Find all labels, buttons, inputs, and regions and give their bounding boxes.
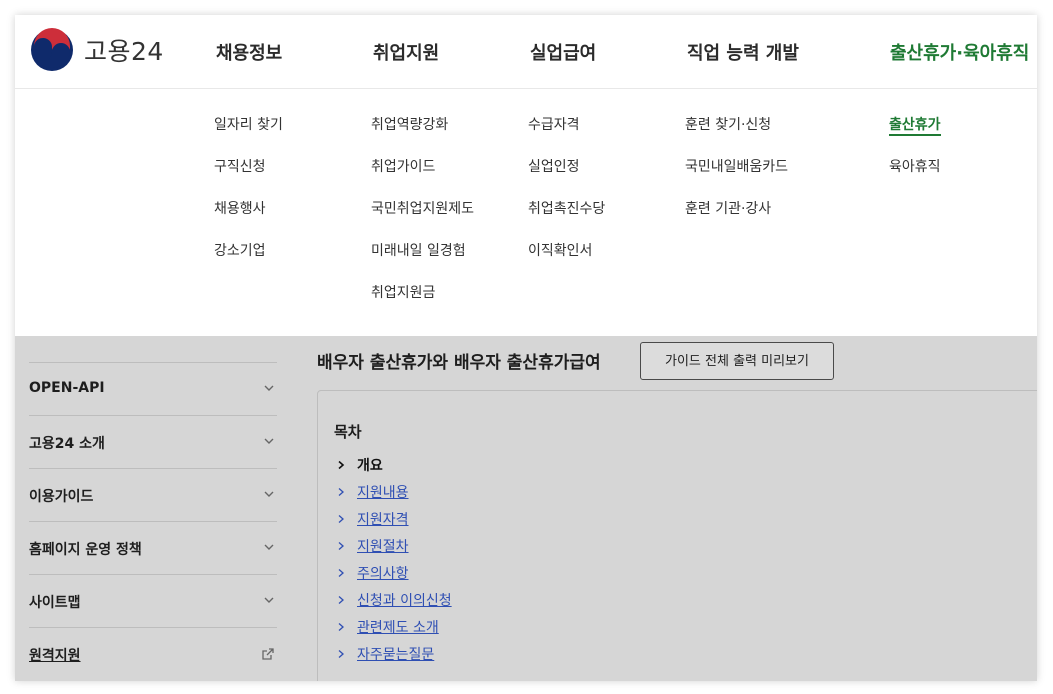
menu-future-work-experience[interactable]: 미래내일 일경험 <box>371 240 474 282</box>
chevron-right-icon <box>338 622 344 631</box>
sidebar: OPEN-API 고용24 소개 이용가이드 홈페이지 운영 정책 사이트맵 원… <box>29 326 277 680</box>
toc-item-label: 자주묻는질문 <box>357 646 435 663</box>
chevron-right-icon <box>338 487 344 496</box>
toc-item-overview[interactable]: 개요 <box>336 451 452 478</box>
chevron-right-icon <box>338 541 344 550</box>
nav-employment-support[interactable]: 취업지원 <box>373 39 439 65</box>
menu-national-employment-support[interactable]: 국민취업지원제도 <box>371 198 474 240</box>
chevron-down-icon <box>264 544 274 550</box>
chevron-right-icon <box>338 460 345 469</box>
menu-maternity-leave-label: 출산휴가 <box>889 117 941 136</box>
toc-title: 목차 <box>334 423 362 441</box>
nav-vocational-training[interactable]: 직업 능력 개발 <box>687 39 799 65</box>
sidebar-item-remote-support[interactable]: 원격지원 <box>29 627 277 680</box>
menu-strong-sme[interactable]: 강소기업 <box>214 240 283 282</box>
mega-column-employment-support: 취업역량강화 취업가이드 국민취업지원제도 미래내일 일경험 취업지원금 <box>371 114 474 324</box>
menu-reemployment-allowance[interactable]: 취업촉진수당 <box>528 198 605 240</box>
chevron-down-icon <box>264 385 274 391</box>
toc-item-label: 개요 <box>357 457 383 474</box>
menu-training-search[interactable]: 훈련 찾기·신청 <box>685 114 788 156</box>
menu-unemployment-recognition[interactable]: 실업인정 <box>528 156 605 198</box>
toc-list: 개요 지원내용 지원자격 지원절차 주의사항 신청과 이의신청 관련제도 소개 … <box>336 451 452 667</box>
toc-item-label: 주의사항 <box>357 565 409 582</box>
menu-employment-guide[interactable]: 취업가이드 <box>371 156 474 198</box>
sidebar-item-about[interactable]: 고용24 소개 <box>29 415 277 468</box>
menu-eligibility[interactable]: 수급자격 <box>528 114 605 156</box>
site-logo[interactable]: 고용24 <box>30 28 164 72</box>
toc-item-related-programs[interactable]: 관련제도 소개 <box>336 613 452 640</box>
sidebar-item-open-api[interactable]: OPEN-API <box>29 362 277 415</box>
menu-training-institutions[interactable]: 훈련 기관·강사 <box>685 198 788 240</box>
toc-item-support-content[interactable]: 지원내용 <box>336 478 452 505</box>
menu-job-search[interactable]: 일자리 찾기 <box>214 114 283 156</box>
browser-viewport: 고용24 채용정보 취업지원 실업급여 직업 능력 개발 출산휴가·육아휴직 일… <box>15 15 1037 681</box>
toc-item-procedure[interactable]: 지원절차 <box>336 532 452 559</box>
menu-parental-leave[interactable]: 육아휴직 <box>889 156 941 198</box>
chevron-down-icon <box>264 438 274 444</box>
chevron-right-icon <box>338 568 344 577</box>
toc-item-eligibility[interactable]: 지원자격 <box>336 505 452 532</box>
sidebar-item-sitemap[interactable]: 사이트맵 <box>29 574 277 627</box>
table-of-contents: 목차 개요 지원내용 지원자격 지원절차 주의사항 신청과 이의신청 관련제도 … <box>317 390 1037 681</box>
external-link-icon <box>262 648 274 660</box>
menu-maternity-leave[interactable]: 출산휴가 <box>889 114 941 156</box>
taegeuk-logo-icon <box>31 28 73 71</box>
nav-unemployment-benefit[interactable]: 실업급여 <box>530 39 596 65</box>
menu-separation-certificate[interactable]: 이직확인서 <box>528 240 605 282</box>
sidebar-item-user-guide[interactable]: 이용가이드 <box>29 468 277 521</box>
mega-column-maternity-leave: 출산휴가 육아휴직 <box>889 114 941 198</box>
sidebar-item-site-policy[interactable]: 홈페이지 운영 정책 <box>29 521 277 574</box>
chevron-right-icon <box>338 595 344 604</box>
sidebar-item-label: OPEN-API <box>29 380 105 396</box>
nav-recruitment[interactable]: 채용정보 <box>216 39 282 65</box>
toc-item-label: 지원내용 <box>357 484 409 501</box>
logo-text: 고용24 <box>84 37 164 66</box>
mega-column-unemployment-benefit: 수급자격 실업인정 취업촉진수당 이직확인서 <box>528 114 605 282</box>
toc-item-label: 지원자격 <box>357 511 409 528</box>
mega-column-recruitment: 일자리 찾기 구직신청 채용행사 강소기업 <box>214 114 283 282</box>
chevron-right-icon <box>338 649 344 658</box>
mega-column-vocational-training: 훈련 찾기·신청 국민내일배움카드 훈련 기관·강사 <box>685 114 788 240</box>
toc-item-label: 관련제도 소개 <box>357 619 439 636</box>
sidebar-item-label: 이용가이드 <box>29 489 94 505</box>
menu-capability-building[interactable]: 취업역량강화 <box>371 114 474 156</box>
menu-job-fair[interactable]: 채용행사 <box>214 198 283 240</box>
menu-learning-card[interactable]: 국민내일배움카드 <box>685 156 788 198</box>
page-title: 배우자 출산휴가와 배우자 출산휴가급여 <box>317 353 601 373</box>
mega-menu: 일자리 찾기 구직신청 채용행사 강소기업 취업역량강화 취업가이드 국민취업지… <box>15 89 1037 336</box>
toc-item-cautions[interactable]: 주의사항 <box>336 559 452 586</box>
chevron-down-icon <box>264 491 274 497</box>
sidebar-item-label: 홈페이지 운영 정책 <box>29 542 142 558</box>
site-header: 고용24 채용정보 취업지원 실업급여 직업 능력 개발 출산휴가·육아휴직 <box>15 15 1037 89</box>
chevron-down-icon <box>264 597 274 603</box>
toc-item-application-appeal[interactable]: 신청과 이의신청 <box>336 586 452 613</box>
print-preview-button[interactable]: 가이드 전체 출력 미리보기 <box>640 342 834 380</box>
toc-item-label: 지원절차 <box>357 538 409 555</box>
menu-job-application[interactable]: 구직신청 <box>214 156 283 198</box>
sidebar-item-label: 사이트맵 <box>29 595 81 611</box>
toc-item-label: 신청과 이의신청 <box>357 592 452 609</box>
menu-employment-subsidy[interactable]: 취업지원금 <box>371 282 474 324</box>
nav-maternity-parental-leave[interactable]: 출산휴가·육아휴직 <box>890 39 1029 65</box>
chevron-right-icon <box>338 514 344 523</box>
sidebar-item-label: 원격지원 <box>29 648 81 664</box>
sidebar-item-label: 고용24 소개 <box>29 436 105 452</box>
toc-item-faq[interactable]: 자주묻는질문 <box>336 640 452 667</box>
